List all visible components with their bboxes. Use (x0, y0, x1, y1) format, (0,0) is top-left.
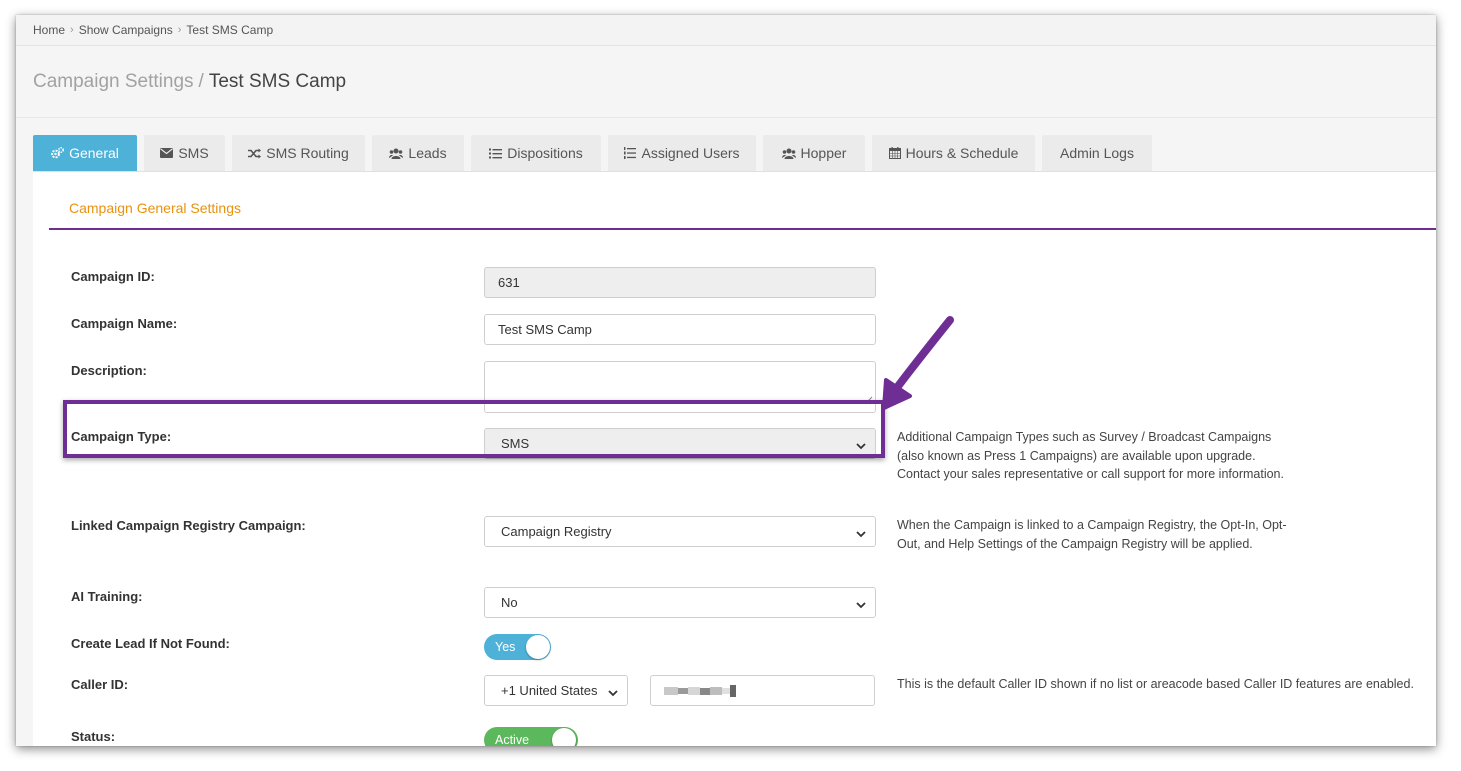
ai-training-value: No (501, 595, 518, 610)
tab-sms[interactable]: SMS (144, 135, 225, 171)
page-title-separator: / (198, 70, 204, 92)
tab-hours-schedule[interactable]: Hours & Schedule (872, 135, 1035, 171)
tab-label: Leads (408, 145, 447, 161)
tab-hopper[interactable]: Hopper (763, 135, 865, 171)
section-header: Campaign General Settings (49, 190, 1436, 230)
page-title: Campaign Settings / Test SMS Camp (16, 46, 1436, 118)
tab-sms-routing[interactable]: SMS Routing (232, 135, 365, 171)
page-title-campaign: Test SMS Camp (208, 70, 347, 92)
caller-id-number-input[interactable] (650, 675, 875, 706)
tab-general[interactable]: General (33, 135, 137, 171)
ai-training-select[interactable]: No (484, 587, 876, 618)
page-title-section: Campaign Settings (33, 70, 194, 92)
linked-registry-value: Campaign Registry (501, 524, 612, 539)
campaign-id-value: 631 (498, 275, 520, 290)
breadcrumb-separator-icon: › (70, 24, 74, 36)
tab-label: Dispositions (507, 145, 583, 161)
caller-id-country-value: +1 United States (501, 683, 598, 698)
tab-admin-logs[interactable]: Admin Logs (1042, 135, 1152, 171)
settings-tabs: General SMS SMS Routing Leads Dispositio… (33, 135, 1159, 171)
linked-registry-select[interactable]: Campaign Registry (484, 516, 876, 547)
caller-id-help: This is the default Caller ID shown if n… (897, 677, 1414, 691)
calendar-icon (888, 147, 901, 159)
chevron-down-icon (856, 598, 866, 613)
breadcrumb: Home › Show Campaigns › Test SMS Camp (16, 15, 1436, 46)
description-label: Description: (71, 363, 147, 378)
create-lead-label: Create Lead If Not Found: (71, 636, 230, 651)
status-toggle[interactable]: Active (484, 727, 578, 746)
breadcrumb-separator-icon: › (177, 24, 182, 36)
caller-id-country-select[interactable]: +1 United States (484, 675, 628, 706)
campaign-name-label: Campaign Name: (71, 316, 178, 331)
chevron-down-icon (856, 527, 866, 542)
toggle-knob (526, 635, 550, 659)
envelope-icon (160, 148, 174, 158)
tab-label: SMS (178, 145, 209, 161)
toggle-knob (552, 728, 576, 746)
campaign-name-input[interactable]: Test SMS Camp (484, 314, 876, 345)
app-window: Home › Show Campaigns › Test SMS Camp Ca… (16, 15, 1436, 746)
ordered-list-icon (624, 147, 637, 159)
linked-registry-label: Linked Campaign Registry Campaign: (71, 518, 306, 533)
tab-label: General (69, 145, 119, 161)
tab-label: Admin Logs (1060, 145, 1134, 161)
highlight-box (63, 400, 885, 458)
chevron-down-icon (608, 686, 618, 701)
list-icon (489, 148, 503, 159)
campaign-name-value: Test SMS Camp (498, 322, 592, 337)
create-lead-toggle-label: Yes (495, 640, 516, 654)
tab-label: SMS Routing (266, 145, 349, 161)
breadcrumb-show-campaigns[interactable]: Show Campaigns (79, 23, 173, 37)
tab-leads[interactable]: Leads (372, 135, 464, 171)
section-title: Campaign General Settings (69, 200, 241, 216)
caller-id-label: Caller ID: (71, 677, 129, 692)
linked-registry-help: When the Campaign is linked to a Campaig… (897, 518, 1287, 551)
tab-dispositions[interactable]: Dispositions (471, 135, 601, 171)
status-toggle-label: Active (495, 733, 530, 746)
tab-label: Assigned Users (641, 145, 740, 161)
gears-icon (51, 147, 65, 159)
status-label: Status: (71, 729, 116, 744)
tab-label: Hopper (800, 145, 847, 161)
tab-assigned-users[interactable]: Assigned Users (608, 135, 756, 171)
tab-label: Hours & Schedule (905, 145, 1019, 161)
users-icon (781, 148, 796, 159)
shuffle-icon (248, 148, 262, 159)
campaign-type-help: Additional Campaign Types such as Survey… (897, 430, 1284, 481)
general-settings-panel: Campaign General Settings Campaign ID: 6… (33, 171, 1436, 746)
ai-training-label: AI Training: (71, 589, 143, 604)
campaign-id-field: 631 (484, 267, 876, 298)
campaign-id-label: Campaign ID: (71, 269, 155, 284)
create-lead-toggle[interactable]: Yes (484, 634, 551, 660)
breadcrumb-current: Test SMS Camp (186, 23, 274, 37)
users-icon (389, 148, 404, 159)
redacted-number-icon (664, 684, 736, 697)
breadcrumb-home[interactable]: Home (33, 23, 65, 37)
